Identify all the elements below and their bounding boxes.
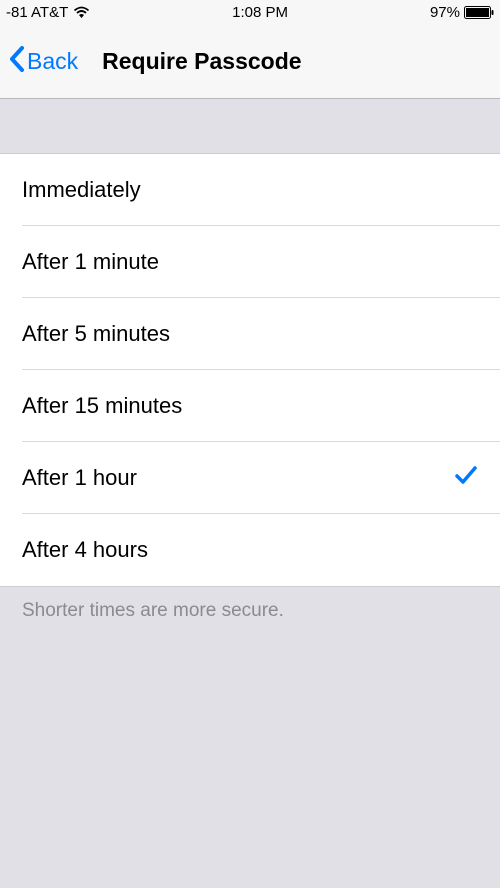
- option-after-4-hours[interactable]: After 4 hours: [0, 514, 500, 586]
- back-button[interactable]: Back: [0, 45, 78, 79]
- option-after-1-minute[interactable]: After 1 minute: [0, 226, 500, 298]
- battery-icon: [464, 6, 494, 19]
- option-label: After 4 hours: [22, 537, 148, 563]
- section-spacer: [0, 99, 500, 154]
- carrier-text: -81 AT&T: [6, 4, 68, 21]
- nav-bar: Back Require Passcode: [0, 25, 500, 99]
- option-after-5-minutes[interactable]: After 5 minutes: [0, 298, 500, 370]
- status-bar: -81 AT&T 1:08 PM 97%: [0, 0, 500, 25]
- wifi-icon: [73, 6, 90, 19]
- status-left: -81 AT&T: [6, 4, 90, 21]
- option-after-15-minutes[interactable]: After 15 minutes: [0, 370, 500, 442]
- option-label: After 1 minute: [22, 249, 159, 275]
- status-right: 97%: [430, 4, 494, 21]
- checkmark-icon: [454, 464, 478, 492]
- back-label: Back: [27, 48, 78, 75]
- option-immediately[interactable]: Immediately: [0, 154, 500, 226]
- chevron-left-icon: [8, 45, 25, 79]
- option-after-1-hour[interactable]: After 1 hour: [0, 442, 500, 514]
- footer-note: Shorter times are more secure.: [0, 587, 500, 635]
- option-label: Immediately: [22, 177, 141, 203]
- option-label: After 1 hour: [22, 465, 137, 491]
- page-title: Require Passcode: [102, 48, 301, 75]
- option-label: After 5 minutes: [22, 321, 170, 347]
- options-list: Immediately After 1 minute After 5 minut…: [0, 154, 500, 587]
- option-label: After 15 minutes: [22, 393, 182, 419]
- battery-percent-text: 97%: [430, 4, 460, 21]
- clock-text: 1:08 PM: [232, 4, 288, 21]
